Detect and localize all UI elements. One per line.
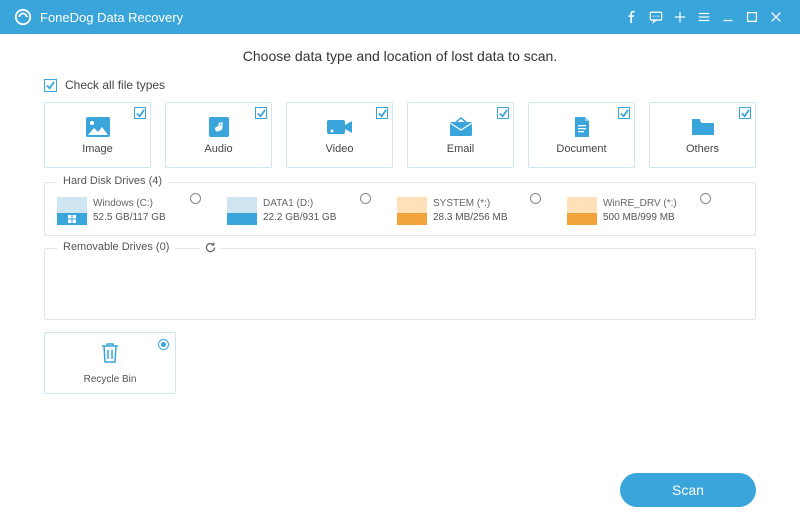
- check-all-checkbox[interactable]: [44, 79, 57, 92]
- drive-item[interactable]: DATA1 (D:)22.2 GB/931 GB: [227, 197, 377, 225]
- type-label: Image: [82, 143, 113, 155]
- scan-button[interactable]: Scan: [620, 473, 756, 507]
- drive-size: 52.5 GB/117 GB: [93, 211, 166, 225]
- type-label: Document: [556, 143, 606, 155]
- type-card-image[interactable]: Image: [44, 102, 151, 168]
- removable-drives-group: Removable Drives (0): [44, 248, 756, 320]
- video-icon: [326, 115, 354, 139]
- type-check-document[interactable]: [618, 107, 630, 119]
- hard-drives-legend: Hard Disk Drives (4): [57, 175, 168, 187]
- type-card-audio[interactable]: Audio: [165, 102, 272, 168]
- drive-item[interactable]: Windows (C:)52.5 GB/117 GB: [57, 197, 207, 225]
- drive-item[interactable]: SYSTEM (*:)28.3 MB/256 MB: [397, 197, 547, 225]
- drive-icon: [397, 197, 427, 225]
- removable-legend: Removable Drives (0): [57, 241, 175, 253]
- drive-radio[interactable]: [360, 193, 371, 204]
- title-bar: FoneDog Data Recovery: [0, 0, 800, 34]
- file-type-grid: Image Audio Video Email Document Others: [44, 102, 756, 168]
- drive-icon: [57, 197, 87, 225]
- drive-radio[interactable]: [190, 193, 201, 204]
- app-logo-icon: [14, 8, 32, 26]
- type-card-video[interactable]: Video: [286, 102, 393, 168]
- app-title: FoneDog Data Recovery: [40, 10, 183, 25]
- drive-icon: [567, 197, 597, 225]
- check-all-label: Check all file types: [65, 78, 165, 92]
- close-icon[interactable]: [764, 5, 788, 29]
- document-icon: [568, 115, 596, 139]
- drive-item[interactable]: WinRE_DRV (*:)500 MB/999 MB: [567, 197, 717, 225]
- facebook-icon[interactable]: [620, 5, 644, 29]
- others-icon: [689, 115, 717, 139]
- drive-name: Windows (C:): [93, 197, 166, 211]
- hard-drives-group: Hard Disk Drives (4) Windows (C:)52.5 GB…: [44, 182, 756, 236]
- audio-icon: [205, 115, 233, 139]
- recycle-bin-card[interactable]: Recycle Bin: [44, 332, 176, 394]
- type-label: Others: [686, 143, 719, 155]
- drive-name: DATA1 (D:): [263, 197, 336, 211]
- type-check-image[interactable]: [134, 107, 146, 119]
- type-label: Email: [447, 143, 475, 155]
- drive-radio[interactable]: [530, 193, 541, 204]
- type-label: Audio: [204, 143, 232, 155]
- minimize-icon[interactable]: [716, 5, 740, 29]
- type-label: Video: [326, 143, 354, 155]
- main-content: Choose data type and location of lost da…: [0, 34, 800, 525]
- type-check-email[interactable]: [497, 107, 509, 119]
- feedback-icon[interactable]: [644, 5, 668, 29]
- plus-icon[interactable]: [668, 5, 692, 29]
- drive-name: SYSTEM (*:): [433, 197, 507, 211]
- type-check-others[interactable]: [739, 107, 751, 119]
- drive-info: WinRE_DRV (*:)500 MB/999 MB: [603, 197, 677, 225]
- type-card-email[interactable]: Email: [407, 102, 514, 168]
- drive-info: DATA1 (D:)22.2 GB/931 GB: [263, 197, 336, 225]
- refresh-icon[interactable]: [200, 241, 221, 254]
- check-all-row[interactable]: Check all file types: [44, 78, 756, 92]
- type-card-others[interactable]: Others: [649, 102, 756, 168]
- headline-text: Choose data type and location of lost da…: [44, 48, 756, 64]
- drive-size: 500 MB/999 MB: [603, 211, 677, 225]
- drive-name: WinRE_DRV (*:): [603, 197, 677, 211]
- drive-radio[interactable]: [700, 193, 711, 204]
- maximize-icon[interactable]: [740, 5, 764, 29]
- recycle-label: Recycle Bin: [84, 374, 137, 385]
- type-check-video[interactable]: [376, 107, 388, 119]
- recycle-radio[interactable]: [158, 339, 169, 350]
- drive-info: SYSTEM (*:)28.3 MB/256 MB: [433, 197, 507, 225]
- drive-size: 22.2 GB/931 GB: [263, 211, 336, 225]
- email-icon: [447, 115, 475, 139]
- drive-size: 28.3 MB/256 MB: [433, 211, 507, 225]
- menu-icon[interactable]: [692, 5, 716, 29]
- drive-icon: [227, 197, 257, 225]
- drive-info: Windows (C:)52.5 GB/117 GB: [93, 197, 166, 225]
- trash-icon: [99, 341, 121, 370]
- image-icon: [84, 115, 112, 139]
- type-check-audio[interactable]: [255, 107, 267, 119]
- type-card-document[interactable]: Document: [528, 102, 635, 168]
